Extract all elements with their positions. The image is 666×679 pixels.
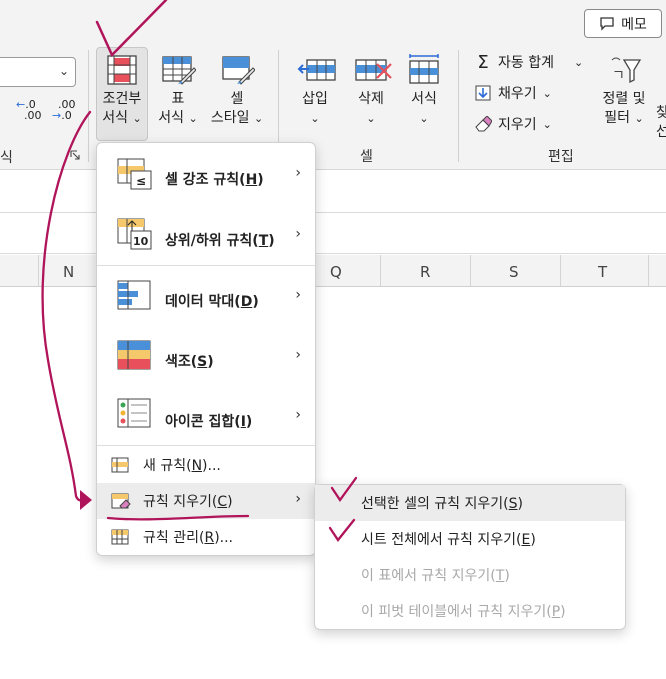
- sigma-icon: Σ: [477, 51, 489, 73]
- menu-separator: [97, 265, 315, 266]
- chevron-down-icon: ⌄: [310, 112, 320, 125]
- delete-cells-button[interactable]: 삭제 ⌄: [346, 54, 396, 142]
- chevron-down-icon: ⌄: [132, 112, 142, 125]
- column-divider: [648, 255, 649, 287]
- memo-label: 메모: [621, 16, 647, 33]
- column-header-t[interactable]: T: [598, 263, 607, 281]
- column-divider: [38, 255, 39, 287]
- clear-rules-submenu: 선택한 셀의 규칙 지우기(S) 시트 전체에서 규칙 지우기(E) 이 표에서…: [314, 484, 626, 630]
- menu-item-highlight-cells-rules[interactable]: ≤ 셀 강조 규칙(H) ›: [97, 143, 315, 205]
- clear-button[interactable]: 지우기 ⌄: [474, 114, 552, 134]
- number-group-label: 식: [0, 150, 13, 166]
- arrow-right-icon: →: [52, 109, 62, 122]
- autosum-button[interactable]: Σ 자동 합계 ⌄: [474, 51, 584, 73]
- column-header-n[interactable]: N: [63, 263, 74, 281]
- svg-text:ㄱ: ㄱ: [612, 68, 625, 84]
- cell-styles-button[interactable]: 셀 스타일 ⌄: [204, 47, 270, 141]
- dialog-launcher-icon[interactable]: [70, 150, 80, 160]
- sort-filter-button[interactable]: ㄱ 정렬 및 필터 ⌄: [596, 54, 652, 142]
- menu-item-new-rule[interactable]: 새 규칙(N)...: [97, 447, 315, 483]
- format-as-table-icon: [160, 54, 197, 86]
- insert-cells-icon: [297, 54, 336, 86]
- format-cells-icon: [406, 54, 442, 86]
- chevron-down-icon: ⌄: [366, 112, 376, 125]
- fill-button[interactable]: 채우기 ⌄: [474, 83, 552, 103]
- number-format-dropdown[interactable]: ⌄: [0, 57, 76, 87]
- chevron-down-icon: ⌄: [58, 64, 69, 78]
- annotation-arrowhead: [80, 490, 92, 510]
- menu-item-top-bottom-rules[interactable]: 10 상위/하위 규칙(T) ›: [97, 205, 315, 265]
- chevron-right-icon: ›: [295, 226, 301, 242]
- fill-down-icon: [474, 84, 492, 102]
- chevron-right-icon: ›: [295, 287, 301, 303]
- column-divider: [560, 255, 561, 287]
- submenu-item-clear-entire-sheet[interactable]: 시트 전체에서 규칙 지우기(E): [315, 521, 625, 557]
- highlight-cells-rules-icon: ≤: [117, 157, 153, 191]
- memo-button[interactable]: 메모: [584, 9, 662, 38]
- data-bars-icon: [117, 279, 153, 313]
- manage-rules-icon: [111, 528, 133, 546]
- svg-text:10: 10: [133, 235, 149, 248]
- column-header-r[interactable]: R: [420, 263, 430, 281]
- column-divider: [380, 255, 381, 287]
- icon-sets-icon: [117, 397, 153, 431]
- new-rule-icon: [111, 456, 133, 474]
- eraser-icon: [474, 115, 492, 133]
- color-scales-icon: [117, 339, 153, 373]
- chevron-down-icon: ⌄: [542, 117, 552, 131]
- svg-text:≤: ≤: [136, 174, 146, 188]
- chevron-right-icon: ›: [295, 491, 301, 507]
- menu-item-clear-rules[interactable]: 규칙 지우기(C) ›: [97, 483, 315, 519]
- submenu-item-clear-this-pivot-table: 이 피벗 테이블에서 규칙 지우기(P): [361, 604, 566, 620]
- submenu-item-clear-selected-cells[interactable]: 선택한 셀의 규칙 지우기(S): [315, 485, 625, 521]
- title-bar: 메모: [0, 0, 666, 42]
- column-header-s[interactable]: S: [509, 263, 519, 281]
- top-bottom-rules-icon: 10: [117, 217, 153, 251]
- submenu-item-clear-this-table: 이 표에서 규칙 지우기(T): [361, 568, 510, 584]
- annotation-guide-arrow: [41, 110, 92, 502]
- chevron-right-icon: ›: [295, 407, 301, 423]
- menu-item-data-bars[interactable]: 데이터 막대(D) ›: [97, 267, 315, 327]
- find-select-button[interactable]: 찾 선: [656, 104, 666, 154]
- menu-item-color-scales[interactable]: 색조(S) ›: [97, 327, 315, 387]
- chevron-down-icon: ⌄: [188, 112, 198, 125]
- format-cells-button[interactable]: 서식 ⌄: [400, 54, 448, 142]
- cell-styles-icon: [219, 54, 256, 86]
- cells-group-label: 셀: [360, 149, 373, 165]
- conditional-formatting-button[interactable]: 조건부 서식 ⌄: [96, 47, 148, 141]
- chevron-down-icon: ⌄: [253, 112, 264, 125]
- chevron-down-icon: ⌄: [634, 112, 644, 125]
- conditional-formatting-icon: [104, 54, 140, 86]
- group-divider: [88, 50, 89, 162]
- increase-decimal-button[interactable]: .00 →.0: [52, 99, 76, 121]
- sort-filter-icon: ㄱ: [606, 54, 642, 86]
- menu-separator: [97, 445, 315, 446]
- column-divider: [470, 255, 471, 287]
- conditional-formatting-menu: ≤ 셀 강조 규칙(H) › 10 상위/하위 규칙(T) › 데이터 막대(D…: [96, 142, 316, 556]
- delete-cells-icon: [353, 54, 392, 86]
- editing-group-label: 편집: [548, 149, 574, 165]
- decrease-decimal-button[interactable]: ←.0 .00: [16, 99, 42, 121]
- insert-cells-button[interactable]: 삽입 ⌄: [290, 54, 340, 142]
- chevron-right-icon: ›: [295, 165, 301, 181]
- chevron-down-icon: ⌄: [573, 55, 584, 69]
- group-divider: [458, 50, 459, 162]
- format-as-table-button[interactable]: 표 서식 ⌄: [152, 47, 204, 141]
- chevron-down-icon: ⌄: [419, 112, 429, 125]
- comment-icon: [600, 16, 614, 31]
- menu-item-icon-sets[interactable]: 아이콘 집합(I) ›: [97, 387, 315, 445]
- chevron-right-icon: ›: [295, 347, 301, 363]
- menu-item-manage-rules[interactable]: 규칙 관리(R)...: [97, 519, 315, 555]
- clear-rules-icon: [111, 492, 133, 510]
- column-header-q[interactable]: Q: [330, 263, 342, 281]
- chevron-down-icon: ⌄: [542, 86, 552, 100]
